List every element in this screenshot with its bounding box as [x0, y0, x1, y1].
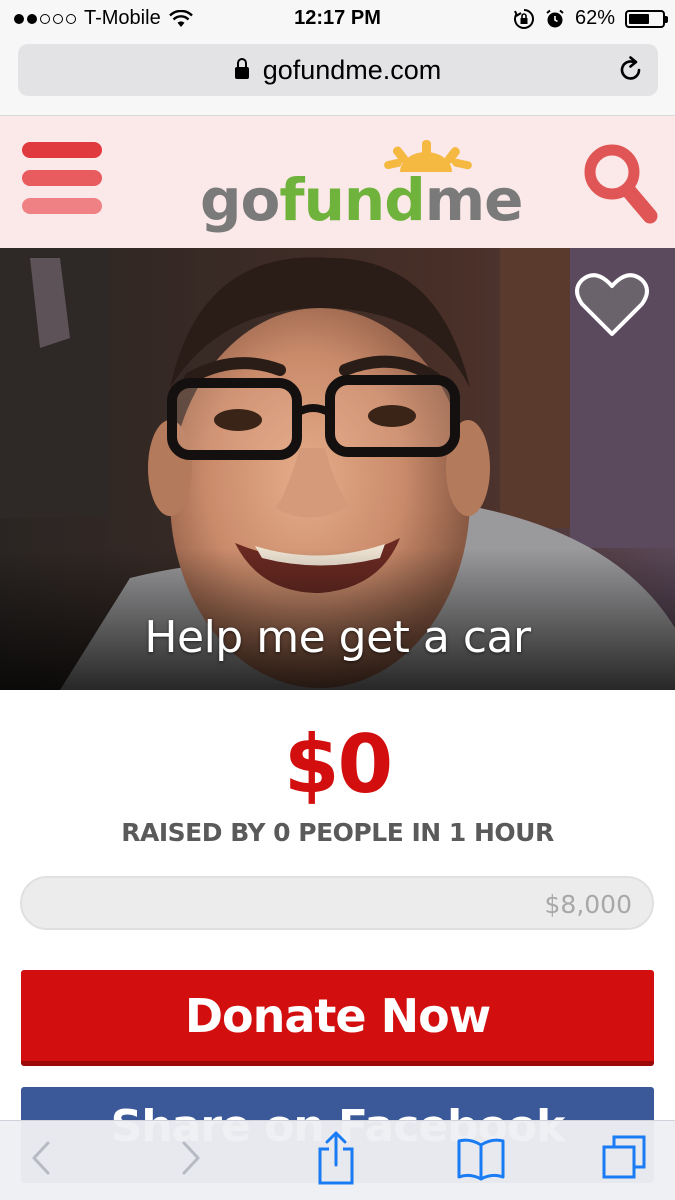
menu-bar — [22, 142, 102, 158]
funding-progress-bar: $8,000 — [20, 876, 654, 930]
battery-level — [629, 13, 649, 24]
lock-icon — [234, 58, 249, 79]
forward-icon[interactable] — [176, 1133, 206, 1183]
bookmarks-icon[interactable] — [456, 1137, 506, 1181]
alarm-icon — [546, 9, 564, 27]
share-icon[interactable] — [316, 1131, 356, 1185]
address-url: gofundme.com — [262, 54, 442, 85]
site-header: gofundme — [0, 116, 675, 248]
donate-now-button[interactable]: Donate Now — [21, 970, 654, 1066]
browser-address-area: gofundme.com — [0, 38, 675, 116]
menu-icon[interactable] — [22, 142, 102, 214]
favorite-heart-icon[interactable] — [574, 272, 650, 340]
raised-summary: RAISED BY 0 PEOPLE IN 1 HOUR — [121, 818, 554, 847]
address-bar[interactable]: gofundme.com — [18, 44, 658, 96]
back-icon[interactable] — [26, 1133, 56, 1183]
reload-icon[interactable] — [618, 56, 644, 84]
status-bar: T-Mobile 12:17 PM 62% — [0, 0, 675, 38]
menu-bar — [22, 198, 102, 214]
browser-toolbar — [0, 1120, 675, 1200]
search-icon[interactable] — [580, 140, 660, 230]
raised-amount: $0 — [283, 718, 393, 811]
tabs-icon[interactable] — [600, 1133, 648, 1181]
menu-bar — [22, 170, 102, 186]
battery-percent: 62% — [574, 7, 615, 29]
campaign-title: Help me get a car — [144, 612, 531, 663]
logo-me: me — [424, 166, 524, 234]
rotation-lock-icon — [513, 8, 534, 29]
status-right: 62% — [513, 7, 668, 30]
logo-fund: fund — [279, 166, 425, 234]
logo-go: go — [200, 166, 280, 234]
goal-amount: $8,000 — [544, 890, 632, 919]
gofundme-logo[interactable]: gofundme — [200, 138, 523, 238]
logo-wordmark: gofundme — [200, 166, 523, 234]
battery-icon — [625, 9, 668, 28]
